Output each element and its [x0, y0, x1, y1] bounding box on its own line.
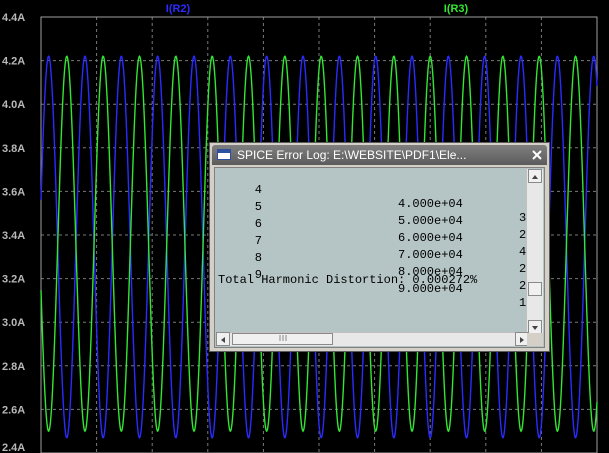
harmonic-frequency: 7.000e+04 — [398, 248, 463, 262]
vertical-scroll-thumb[interactable] — [528, 282, 542, 296]
harmonic-row: 9 9.000e+04 1 — [216, 254, 526, 310]
y-tick-label: 3.0A — [2, 317, 25, 329]
harmonic-row: 6 6.000e+04 4 — [216, 203, 526, 259]
close-icon[interactable] — [531, 148, 543, 161]
y-tick-label: 2.6A — [2, 404, 25, 416]
harmonic-row: 7 7.000e+04 2 — [216, 220, 526, 276]
harmonic-row: 4 4.000e+04 3 — [216, 169, 526, 225]
resize-grip[interactable] — [527, 333, 543, 346]
scroll-left-button[interactable] — [216, 332, 230, 346]
spice-error-log-window[interactable]: SPICE Error Log: E:\WEBSITE\PDF1\Ele... … — [209, 142, 550, 352]
log-window-titlebar[interactable]: SPICE Error Log: E:\WEBSITE\PDF1\Ele... — [212, 145, 547, 165]
arrow-left-icon — [221, 337, 225, 343]
y-tick-label: 2.8A — [2, 361, 25, 373]
y-tick-label: 4.0A — [2, 99, 25, 111]
log-text-area[interactable]: 4 4.000e+04 3 5 5.000e+04 2 6 6.000e+04 … — [214, 167, 545, 348]
grip-icon — [279, 335, 286, 341]
y-tick-label: 3.6A — [2, 186, 25, 198]
harmonic-row: 8 8.000e+04 2 — [216, 237, 526, 293]
y-tick-label: 3.2A — [2, 274, 25, 286]
y-tick-label: 3.8A — [2, 143, 25, 155]
log-window-title: SPICE Error Log: E:\WEBSITE\PDF1\Ele... — [237, 148, 467, 162]
y-tick-label: 3.4A — [2, 230, 25, 242]
horizontal-scrollbar[interactable] — [216, 332, 529, 346]
trace-label-i-r2[interactable]: I(R2) — [166, 3, 191, 15]
y-tick-label: 2.4A — [2, 442, 25, 453]
log-content: 4 4.000e+04 3 5 5.000e+04 2 6 6.000e+04 … — [216, 169, 528, 336]
harmonic-frequency: 6.000e+04 — [398, 231, 463, 245]
y-tick-label: 4.2A — [2, 56, 25, 68]
vertical-scrollbar[interactable] — [526, 169, 543, 334]
scroll-down-button[interactable] — [528, 320, 542, 334]
scroll-up-button[interactable] — [528, 169, 542, 183]
window-icon — [217, 149, 231, 160]
harmonic-row: 5 5.000e+04 2 — [216, 186, 526, 242]
arrow-up-icon — [532, 175, 538, 179]
harmonic-frequency: 5.000e+04 — [398, 214, 463, 228]
thd-result: Total Harmonic Distortion: 0.000272% — [218, 273, 478, 287]
harmonic-frequency: 4.000e+04 — [398, 197, 463, 211]
y-axis-labels: 4.4A 4.2A 4.0A 3.8A 3.6A 3.4A 3.2A 3.0A 2.8A 2.6A… — [2, 12, 25, 453]
y-tick-label: 4.4A — [2, 12, 25, 24]
horizontal-scroll-thumb[interactable] — [232, 333, 333, 345]
trace-label-i-r3[interactable]: I(R3) — [444, 3, 469, 15]
